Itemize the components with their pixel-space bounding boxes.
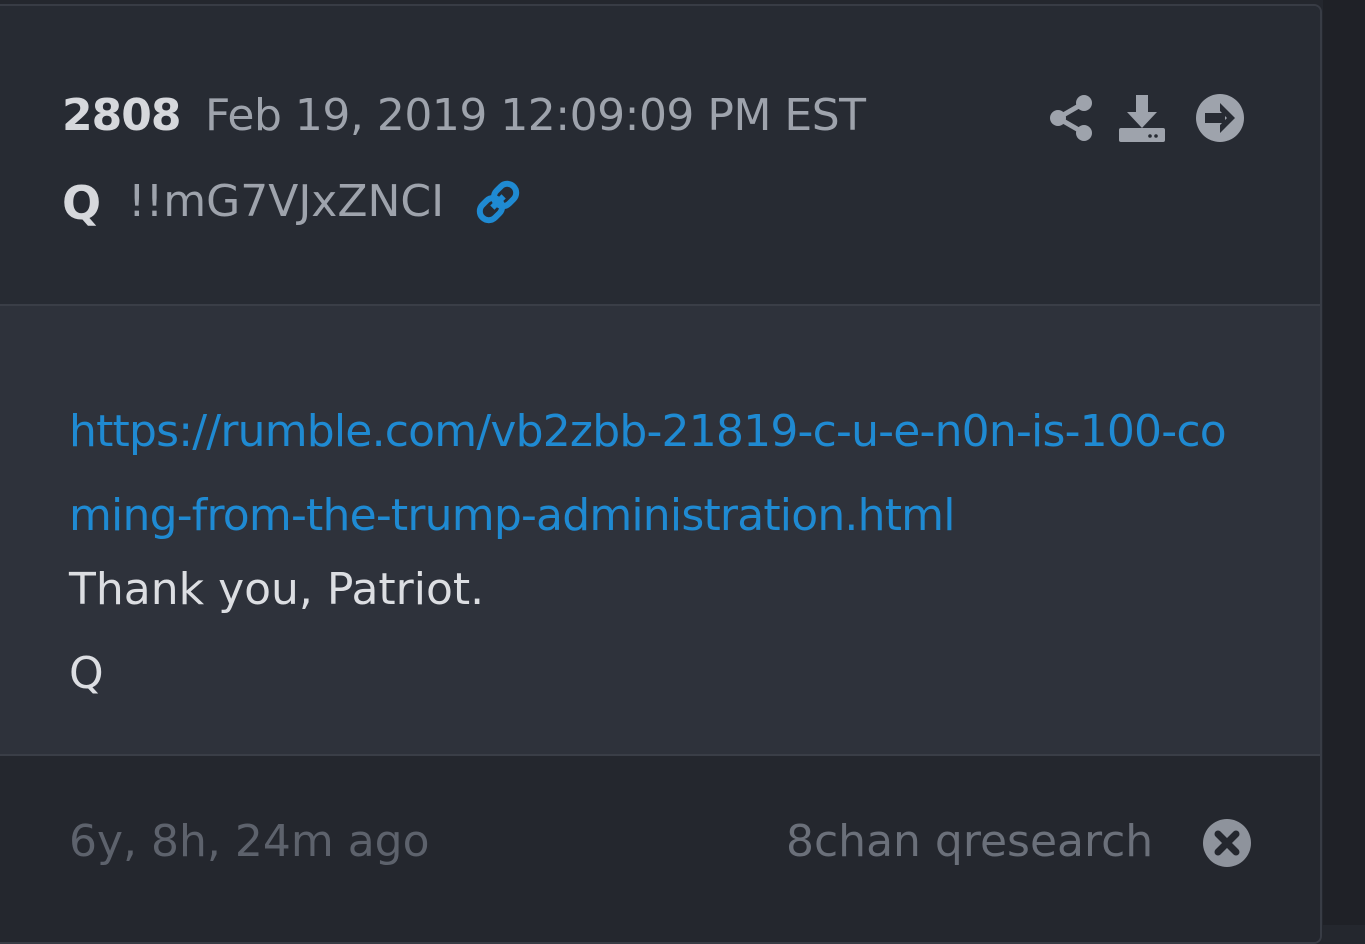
post-footer: 6y, 8h, 24m ago 8chan qresearch — [0, 756, 1320, 942]
post-card: 2808 Feb 19, 2019 12:09:09 PM EST Q !!mG… — [0, 4, 1322, 944]
author-name: Q — [62, 176, 102, 230]
post-header: 2808 Feb 19, 2019 12:09:09 PM EST Q !!mG… — [0, 6, 1320, 306]
arrow-circle-right-icon[interactable] — [1194, 92, 1246, 144]
page-scroll-gutter — [1323, 0, 1365, 925]
source-label[interactable]: 8chan qresearch — [786, 816, 1153, 867]
share-icon[interactable] — [1045, 92, 1097, 144]
close-circle-icon[interactable] — [1202, 818, 1252, 868]
download-icon[interactable] — [1116, 92, 1168, 144]
post-signature: Q — [69, 648, 104, 699]
post-link[interactable]: https://rumble.com/vb2zbb-21819-c-u-e-n0… — [69, 390, 1259, 558]
time-ago: 6y, 8h, 24m ago — [69, 816, 430, 867]
post-date: Feb 19, 2019 12:09:09 PM EST — [205, 90, 866, 141]
tripcode: !!mG7VJxZNCI — [128, 176, 445, 227]
post-body: https://rumble.com/vb2zbb-21819-c-u-e-n0… — [0, 306, 1320, 756]
link-icon[interactable] — [472, 176, 524, 228]
post-text-line: Thank you, Patriot. — [69, 564, 485, 615]
post-number[interactable]: 2808 — [62, 90, 181, 141]
